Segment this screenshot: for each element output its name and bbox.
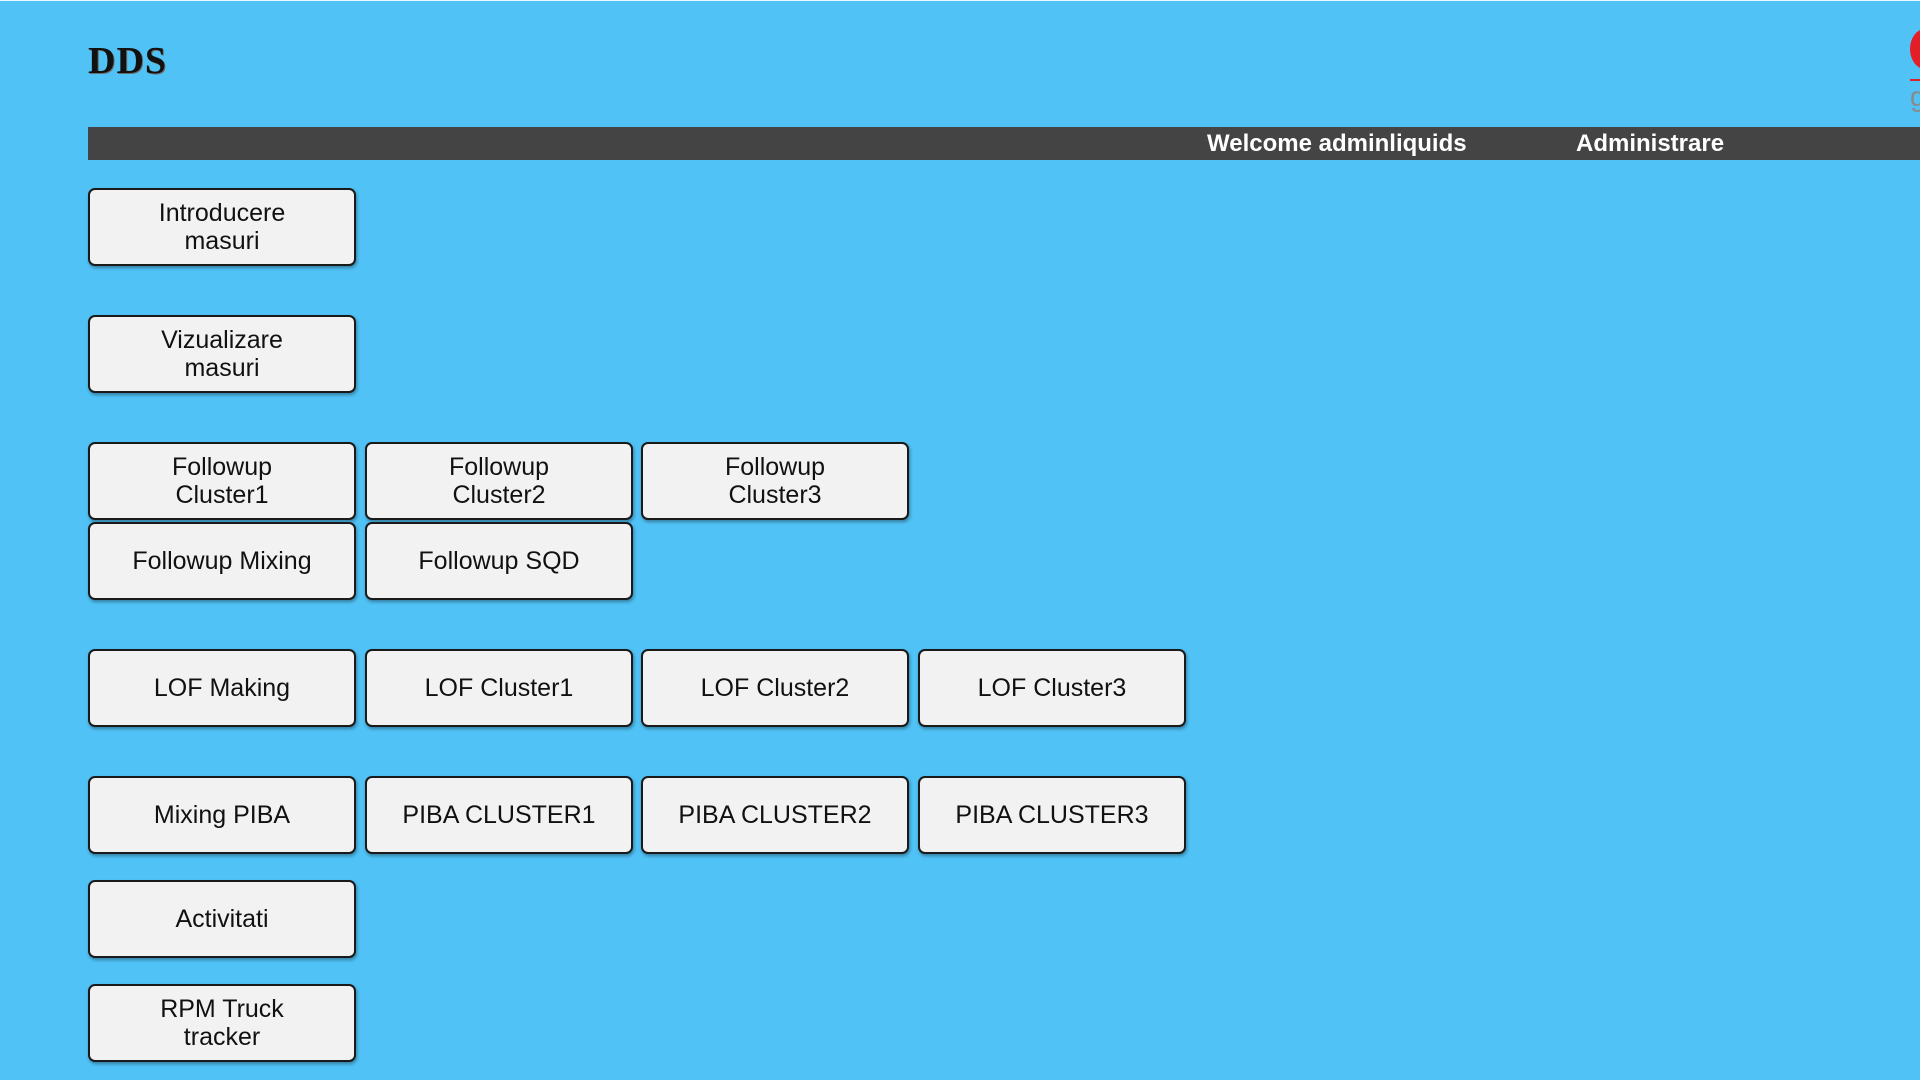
- lof-cluster2-button[interactable]: LOF Cluster2: [641, 649, 909, 727]
- app-root: DDS g Welcome adminliquids Administrare …: [0, 0, 1920, 1080]
- company-logo-mark: [1910, 29, 1920, 69]
- company-logo-letter: g: [1910, 81, 1920, 112]
- app-logo-text: DDS: [88, 40, 168, 82]
- lof-cluster1-button[interactable]: LOF Cluster1: [365, 649, 633, 727]
- piba-cluster3-button[interactable]: PIBA CLUSTER3: [918, 776, 1186, 854]
- activitati-button[interactable]: Activitati: [88, 880, 356, 958]
- piba-cluster1-button[interactable]: PIBA CLUSTER1: [365, 776, 633, 854]
- lof-making-button[interactable]: LOF Making: [88, 649, 356, 727]
- followup-sqd-button[interactable]: Followup SQD: [365, 522, 633, 600]
- followup-cluster2-button[interactable]: Followup Cluster2: [365, 442, 633, 520]
- followup-mixing-button[interactable]: Followup Mixing: [88, 522, 356, 600]
- administrare-link[interactable]: Administrare: [1576, 127, 1724, 160]
- mixing-piba-button[interactable]: Mixing PIBA: [88, 776, 356, 854]
- piba-cluster2-button[interactable]: PIBA CLUSTER2: [641, 776, 909, 854]
- welcome-message: Welcome adminliquids: [1207, 130, 1467, 157]
- lof-cluster3-button[interactable]: LOF Cluster3: [918, 649, 1186, 727]
- followup-cluster3-button[interactable]: Followup Cluster3: [641, 442, 909, 520]
- rpm-truck-tracker-button[interactable]: RPM Truck tracker: [88, 984, 356, 1062]
- company-logo: g: [1908, 29, 1920, 113]
- followup-cluster1-button[interactable]: Followup Cluster1: [88, 442, 356, 520]
- introducere-masuri-button[interactable]: Introducere masuri: [88, 188, 356, 266]
- top-navbar: Welcome adminliquids Administrare: [88, 127, 1920, 160]
- vizualizare-masuri-button[interactable]: Vizualizare masuri: [88, 315, 356, 393]
